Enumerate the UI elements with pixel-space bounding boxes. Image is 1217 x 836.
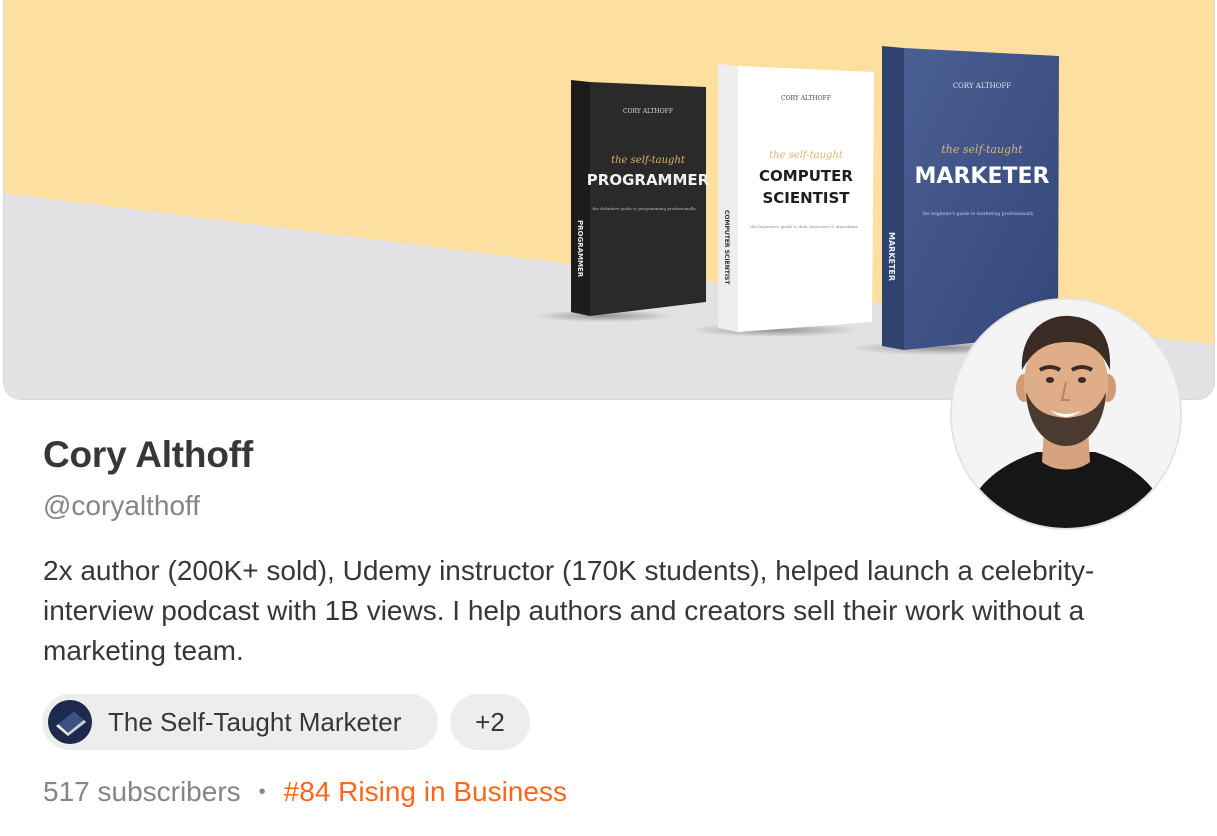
profile-avatar[interactable] [950,298,1182,530]
profile-handle: @coryalthoff [43,490,201,521]
book-cs-author: CORY ALTHOFF [781,95,831,102]
book-programmer-spine: PROGRAMMER [576,220,584,278]
more-publications-label: +2 [475,706,505,737]
book-cs-spine: COMPUTER SCIENTIST [723,210,730,285]
book-logo-icon [48,700,92,744]
book-cs-subtitle: the beginner's guide to data structures … [750,224,857,229]
more-publications-chip[interactable]: +2 [450,694,530,750]
subscriber-count: 517 subscribers [43,776,241,807]
profile-name: Cory Althoff [43,434,253,475]
publication-chip[interactable]: The Self-Taught Marketer [42,694,438,750]
book-computer-scientist: CORY ALTHOFF the self-taught COMPUTER SC… [718,64,874,332]
profile-stats: 517 subscribers • #84 Rising in Business [43,776,567,808]
book-programmer-author: CORY ALTHOFF [623,108,673,115]
book-cs-series: the self-taught [769,150,844,161]
profile-bio: 2x author (200K+ sold), Udemy instructor… [43,555,1095,666]
book-programmer-subtitle: the definitive guide to programming prof… [592,206,696,211]
leaderboard-rank-link[interactable]: #84 Rising in Business [284,776,567,808]
book-marketer-subtitle: the beginner's guide to marketing profes… [922,211,1034,217]
publication-chip-label: The Self-Taught Marketer [108,706,402,737]
book-programmer: CORY ALTHOFF the self-taught PROGRAMMER … [571,80,710,316]
book-marketer-series: the self-taught [941,143,1023,156]
book-marketer-author: CORY ALTHOFF [953,82,1011,90]
book-cs-title-line2: SCIENTIST [762,189,850,207]
book-programmer-series: the self-taught [611,155,686,166]
book-cs-title-line1: COMPUTER [759,167,853,185]
stats-separator: • [258,780,266,803]
book-programmer-title: PROGRAMMER [587,171,710,189]
book-marketer-spine: MARKETER [887,232,896,281]
book-marketer-title: MARKETER [915,164,1050,189]
